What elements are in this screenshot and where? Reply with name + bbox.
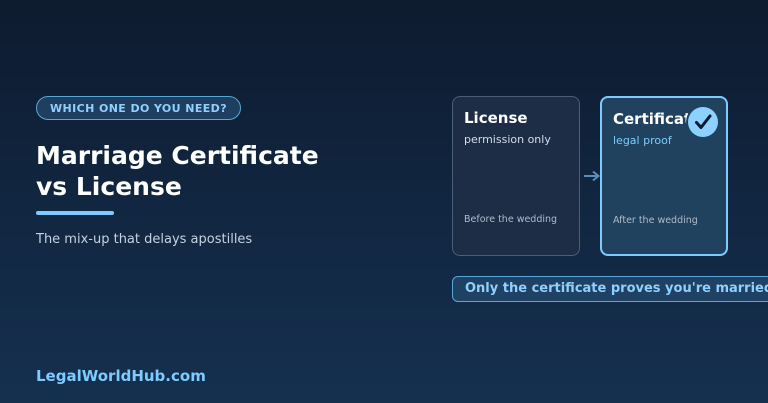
license-card-subtitle: permission only bbox=[464, 133, 551, 146]
title-line-1: Marriage Certificate bbox=[36, 141, 319, 170]
conclusion-banner: Only the certificate proves you're marri… bbox=[452, 276, 768, 302]
certificate-card-timing: After the wedding bbox=[613, 215, 698, 226]
subtitle: The mix-up that delays apostilles bbox=[36, 232, 253, 247]
license-card-title: License bbox=[464, 109, 528, 127]
accent-divider bbox=[36, 211, 114, 215]
arrow-right-icon bbox=[584, 170, 601, 182]
certificate-card-subtitle: legal proof bbox=[613, 134, 672, 147]
license-card-timing: Before the wedding bbox=[464, 214, 558, 225]
checkmark-icon bbox=[688, 107, 718, 137]
page-title: Marriage Certificate vs License bbox=[36, 140, 319, 202]
license-card: License permission only Before the weddi… bbox=[452, 96, 580, 256]
brand-name: LegalWorldHub.com bbox=[36, 367, 206, 385]
title-line-2: vs License bbox=[36, 172, 182, 201]
category-tag: WHICH ONE DO YOU NEED? bbox=[36, 96, 241, 120]
